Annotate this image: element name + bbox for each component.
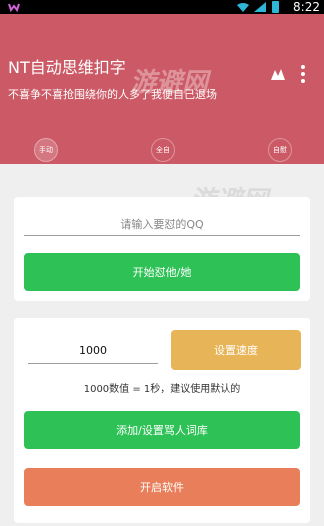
qq-card: 请输入要怼的QQ 开始怼他/她: [14, 197, 310, 301]
theme-icon[interactable]: [269, 66, 287, 82]
menu-dots-icon[interactable]: [300, 64, 306, 84]
speed-input[interactable]: 1000: [28, 338, 158, 364]
status-time: 8:22: [293, 0, 320, 14]
wifi-icon: [237, 3, 249, 12]
mode-self[interactable]: 自慰: [268, 138, 292, 162]
lexicon-button[interactable]: 添加/设置骂人词库: [24, 411, 300, 449]
signal-icon: [254, 2, 266, 12]
qq-input[interactable]: 请输入要怼的QQ: [24, 214, 300, 236]
speed-note: 1000数值 = 1秒，建议使用默认的: [83, 384, 241, 395]
page-subtitle: 不喜争不喜抢围绕你的人多了我便自己退场: [8, 88, 217, 101]
set-speed-button[interactable]: 设置速度: [171, 330, 301, 370]
status-bar: 8:22: [0, 0, 324, 14]
start-attack-button[interactable]: 开始怼他/她: [24, 253, 300, 291]
mode-manual[interactable]: 手动: [34, 138, 58, 162]
header: 游避网 NT自动思维扣字 不喜争不喜抢围绕你的人多了我便自己退场 手动 全自 自…: [0, 14, 324, 164]
mode-auto[interactable]: 全自: [151, 138, 175, 162]
page-title: NT自动思维扣字: [8, 58, 126, 77]
app-icon: [8, 3, 20, 12]
battery-icon: [272, 1, 279, 13]
speed-card: 1000 设置速度 1000数值 = 1秒，建议使用默认的 添加/设置骂人词库 …: [14, 318, 310, 523]
open-software-button[interactable]: 开启软件: [24, 468, 300, 506]
